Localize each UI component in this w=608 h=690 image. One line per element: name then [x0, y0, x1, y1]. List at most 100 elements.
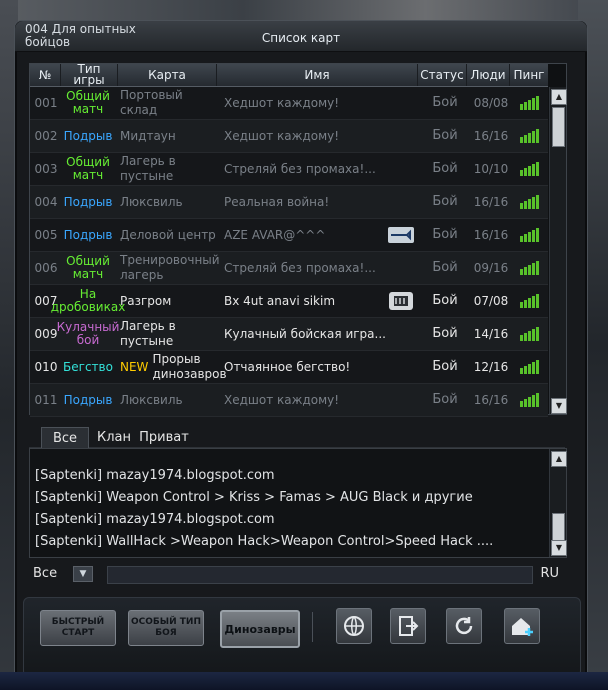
- ping-icon: [514, 351, 544, 383]
- status-label: Бой: [432, 95, 458, 110]
- map-name: Люксвиль: [120, 384, 220, 416]
- ping-icon: [514, 87, 544, 119]
- player-count: 16/16: [473, 129, 509, 143]
- map-name-text: Лагерь в пустыне: [120, 319, 176, 348]
- tab-private[interactable]: Приват: [135, 427, 193, 447]
- room-number: 005: [34, 228, 58, 242]
- status-label: Бой: [432, 293, 458, 308]
- game-type: Общий матч: [66, 254, 110, 281]
- map-name: Люксвиль: [120, 186, 220, 218]
- exit-door-icon[interactable]: [390, 608, 426, 644]
- tab-all[interactable]: Все: [41, 427, 89, 448]
- scroll-down-icon[interactable]: ▼: [551, 398, 567, 414]
- status-label: Бой: [432, 128, 458, 143]
- dinosaurs-button[interactable]: Динозавры: [220, 610, 300, 648]
- chat-message: [Saptenki] WallHack >Weapon Hack>Weapon …: [35, 534, 494, 549]
- map-name-text: Прорыв динозавров: [152, 352, 227, 381]
- table-row[interactable]: 006 Общий матч Тренировочный лагерь Стреляй…: [30, 252, 548, 285]
- room-name: Отчаянное бегство!: [224, 359, 351, 374]
- ping-icon: [514, 120, 544, 152]
- header-status[interactable]: Статус: [418, 64, 467, 86]
- header-ping[interactable]: Пинг: [510, 64, 548, 86]
- scroll-down-icon[interactable]: ▼: [551, 540, 567, 556]
- status-label: Бой: [432, 161, 458, 176]
- chat-scrollbar[interactable]: ▲ ▼: [549, 449, 567, 557]
- ping-icon: [514, 153, 544, 185]
- map-name: Портовый склад: [120, 87, 220, 119]
- table-header: № Тип игры Карта Имя Статус Люди Пинг: [30, 63, 548, 87]
- window-title: Список карт: [261, 31, 341, 45]
- ping-icon: [514, 318, 544, 350]
- chat-input[interactable]: [107, 566, 533, 584]
- game-type: Подрыв: [63, 392, 113, 407]
- table-row[interactable]: 002 Подрыв Мидтаун Хедшот каждому! Бой 16/16: [30, 120, 548, 153]
- status-label: Бой: [432, 392, 458, 407]
- room-number: 006: [34, 261, 58, 275]
- scroll-up-icon[interactable]: ▲: [551, 89, 567, 105]
- chat-scroll-thumb[interactable]: [552, 513, 565, 541]
- status-label: Бой: [432, 326, 458, 341]
- room-number: 010: [34, 360, 58, 374]
- player-count: 09/16: [473, 261, 509, 275]
- map-name: Деловой центр: [120, 219, 220, 251]
- map-name-text: Лагерь в пустыне: [120, 154, 176, 183]
- scroll-thumb[interactable]: [552, 107, 565, 147]
- chevron-down-icon[interactable]: ▼: [73, 566, 93, 582]
- table-row[interactable]: 004 Подрыв Люксвиль Реальная война! Бой 16/16: [30, 186, 548, 219]
- ping-icon: [514, 285, 544, 317]
- room-number: 011: [34, 393, 58, 407]
- home-add-icon[interactable]: [504, 608, 540, 644]
- new-badge: NEW: [120, 359, 149, 374]
- room-number: 003: [34, 162, 58, 176]
- room-name: Стреляй без промаха!...: [224, 260, 376, 275]
- language-indicator: RU: [540, 566, 559, 581]
- player-count: 08/08: [473, 96, 509, 110]
- room-name: Кулачный бойская игра...: [224, 326, 386, 341]
- chat-input-row: Все ▼ RU: [29, 565, 565, 584]
- status-label: Бой: [432, 227, 458, 242]
- player-count: 16/16: [473, 393, 509, 407]
- quick-start-button[interactable]: БЫСТРЫЙ СТАРТ: [40, 610, 116, 646]
- special-battle-button[interactable]: ОСОБЫЙ ТИП БОЯ: [128, 610, 204, 646]
- header-num[interactable]: №: [30, 64, 61, 86]
- scroll-up-icon[interactable]: ▲: [551, 451, 567, 467]
- room-number: 002: [34, 129, 58, 143]
- map-name: Лагерь в пустыне: [120, 153, 220, 185]
- bottom-band: [0, 672, 608, 690]
- room-name: Стреляй без промаха!...: [224, 161, 376, 176]
- game-type: На дробовиках: [50, 287, 126, 314]
- header-name[interactable]: Имя: [217, 64, 418, 86]
- map-name: Тренировочный лагерь: [120, 252, 220, 284]
- ping-icon: [514, 186, 544, 218]
- header-type[interactable]: Тип игры: [61, 63, 118, 86]
- header-players[interactable]: Люди: [467, 64, 510, 86]
- table-row[interactable]: 007 На дробовиках Разгром Bx 4ut anavi siki…: [30, 285, 548, 318]
- map-name-text: Мидтаун: [120, 128, 176, 143]
- table-row[interactable]: 003 Общий матч Лагерь в пустыне Стреляй без…: [30, 153, 548, 186]
- table-row[interactable]: 009 Кулачный бой Лагерь в пустыне Кулачный …: [30, 318, 548, 351]
- game-type: Общий матч: [66, 89, 110, 116]
- table-scrollbar[interactable]: ▲ ▼: [549, 87, 567, 414]
- refresh-icon[interactable]: [446, 608, 482, 644]
- game-type: Подрыв: [63, 194, 113, 209]
- magazine-icon: [386, 285, 416, 317]
- tab-clan[interactable]: Клан: [95, 427, 133, 447]
- player-count: 16/16: [473, 195, 509, 209]
- chat-channel-label[interactable]: Все: [33, 566, 57, 581]
- room-number: 001: [34, 96, 58, 110]
- globe-icon[interactable]: [336, 608, 372, 644]
- table-row[interactable]: 011 Подрыв Люксвиль Хедшот каждому! Бой 16/16: [30, 384, 548, 417]
- room-name: Хедшот каждому!: [224, 95, 340, 110]
- table-row[interactable]: 010 Бегство NEW Прорыв динозавров Отчаянное …: [30, 351, 548, 384]
- table-rows: 001 Общий матч Портовый склад Хедшот каждом…: [30, 87, 548, 417]
- table-row[interactable]: 001 Общий матч Портовый склад Хедшот каждом…: [30, 87, 548, 120]
- map-name-text: Люксвиль: [120, 392, 183, 407]
- player-count: 07/08: [473, 294, 509, 308]
- map-name: Лагерь в пустыне: [120, 318, 220, 350]
- table-row[interactable]: 005 Подрыв Деловой центр AZE AVAR@^^^ Бой 16/…: [30, 219, 548, 252]
- game-type: Общий матч: [66, 155, 110, 182]
- map-name: Мидтаун: [120, 120, 220, 152]
- player-count: 14/16: [473, 327, 509, 341]
- header-map[interactable]: Карта: [118, 64, 217, 86]
- chat-message: [Saptenki] mazay1974.blogspot.com: [35, 468, 275, 483]
